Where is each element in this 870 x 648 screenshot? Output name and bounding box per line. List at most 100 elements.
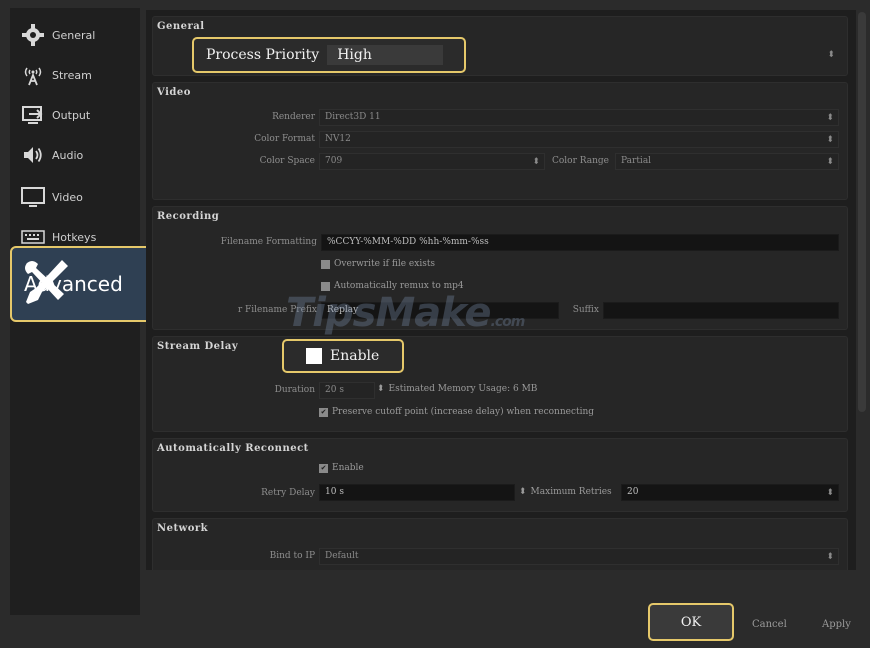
sidebar-item-label: Advanced (24, 272, 123, 296)
bind-ip-select[interactable]: Default ⬍ (319, 548, 839, 565)
checkmark-icon: ✔ (319, 407, 328, 417)
spin-arrows-icon: ⬍ (532, 157, 540, 167)
sidebar-item-label: Stream (52, 68, 92, 82)
sidebar-item-output[interactable]: Output (18, 100, 138, 130)
color-range-label: Color Range (552, 156, 609, 166)
ok-button[interactable]: OK (648, 603, 734, 641)
renderer-select[interactable]: Direct3D 11 ⬍ (319, 109, 839, 126)
max-retries-value: 20 (627, 487, 639, 497)
preserve-cutoff-checkbox[interactable]: ✔ Preserve cutoff point (increase delay) … (319, 407, 594, 417)
stream-delay-enable-label: Enable (330, 348, 380, 364)
checkbox-box (306, 348, 322, 364)
renderer-value: Direct3D 11 (325, 112, 381, 122)
max-retries-spinbox[interactable]: 20 ⬍ (621, 484, 839, 501)
group-title: Recording (157, 211, 220, 222)
output-icon (18, 103, 48, 127)
process-priority-dropdown-rest[interactable]: ⬍ (473, 47, 839, 64)
group-title: Network (157, 523, 209, 534)
suffix-input[interactable] (603, 302, 839, 319)
color-range-value: Partial (621, 156, 652, 166)
checkbox-box (321, 281, 330, 291)
process-priority-label: Process Priority (206, 47, 320, 63)
overwrite-label: Overwrite if file exists (334, 259, 436, 269)
settings-content: General ⬍ Video Renderer Direct3D 11 ⬍ Co… (146, 10, 856, 570)
sidebar-item-label: Hotkeys (52, 230, 97, 244)
sidebar-item-stream[interactable]: Stream (18, 60, 138, 90)
memory-usage-text: ⬍ Estimated Memory Usage: 6 MB (377, 384, 537, 394)
group-title: Automatically Reconnect (157, 443, 309, 454)
spin-arrows-icon: ⬍ (827, 50, 835, 60)
stream-delay-group: Stream Delay Duration 20 s ⬍ Estimated Me… (152, 336, 848, 432)
spin-arrows-icon: ⬍ (377, 384, 385, 394)
group-title: Video (157, 87, 191, 98)
replay-prefix-input[interactable]: Replay (321, 302, 559, 319)
filename-formatting-label: Filename Formatting (220, 237, 317, 247)
settings-window: General Stream Output Audio Video Hotkey… (0, 0, 870, 648)
broadcast-icon (18, 63, 48, 87)
duration-label: Duration (274, 385, 315, 395)
duration-value: 20 s (325, 385, 344, 395)
process-priority-value: High (327, 45, 444, 65)
group-title: General (157, 21, 205, 32)
color-format-value: NV12 (325, 134, 351, 144)
sidebar-item-video[interactable]: Video (18, 182, 138, 212)
color-space-label: Color Space (259, 156, 315, 166)
spin-arrows-icon: ⬍ (826, 113, 834, 123)
sidebar-item-label: General (52, 28, 96, 42)
spin-arrows-icon: ⬍ (519, 487, 527, 497)
apply-button[interactable]: Apply (822, 619, 851, 630)
network-group: Network Bind to IP Default ⬍ (152, 518, 848, 570)
sidebar-item-general[interactable]: General (18, 20, 138, 50)
monitor-icon (18, 185, 48, 209)
retry-delay-spinbox[interactable]: 10 s (319, 484, 515, 501)
duration-spinbox[interactable]: 20 s (319, 382, 375, 399)
checkbox-box (321, 259, 330, 269)
renderer-label: Renderer (272, 112, 315, 122)
preserve-cutoff-label: Preserve cutoff point (increase delay) w… (332, 407, 595, 417)
color-format-select[interactable]: NV12 ⬍ (319, 131, 839, 148)
retry-delay-value: 10 s (325, 487, 344, 497)
speaker-icon (18, 143, 48, 167)
apply-label: Apply (822, 619, 851, 630)
cancel-label: Cancel (752, 619, 787, 630)
spin-arrows-icon: ⬍ (826, 157, 834, 167)
replay-prefix-label: r Filename Prefix (237, 305, 317, 315)
overwrite-checkbox[interactable]: Overwrite if file exists (321, 259, 435, 269)
checkmark-icon: ✔ (319, 463, 328, 473)
color-range-select[interactable]: Partial ⬍ (615, 153, 839, 170)
filename-formatting-value: %CCYY-%MM-%DD %hh-%mm-%ss (327, 237, 489, 247)
sidebar-item-audio[interactable]: Audio (18, 140, 138, 170)
filename-formatting-input[interactable]: %CCYY-%MM-%DD %hh-%mm-%ss (321, 234, 839, 251)
replay-prefix-value: Replay (327, 305, 359, 315)
bind-ip-value: Default (325, 551, 359, 561)
spin-arrows-icon: ⬍ (826, 552, 834, 562)
spin-arrows-icon: ⬍ (826, 135, 834, 145)
stream-delay-enable-checkbox[interactable]: Enable (282, 339, 404, 373)
suffix-label: Suffix (572, 305, 599, 315)
bind-ip-label: Bind to IP (269, 551, 315, 561)
sidebar-item-label: Video (52, 190, 83, 204)
max-retries-label: Maximum Retries (530, 487, 612, 497)
process-priority-dropdown[interactable]: Process Priority High (192, 37, 466, 73)
gear-icon (18, 23, 48, 47)
spin-arrows-icon: ⬍ (826, 488, 834, 498)
sidebar-item-label: Output (52, 108, 91, 122)
recording-group: Recording Filename Formatting %CCYY-%MM-… (152, 206, 848, 330)
color-space-value: 709 (325, 156, 343, 166)
max-retries-label-wrap: ⬍ Maximum Retries (519, 487, 612, 497)
retry-delay-label: Retry Delay (261, 488, 315, 498)
reconnect-group: Automatically Reconnect ✔ Enable Retry De… (152, 438, 848, 512)
video-group: Video Renderer Direct3D 11 ⬍ Color Format… (152, 82, 848, 200)
vertical-scrollbar[interactable] (858, 12, 866, 412)
memory-usage-label: Estimated Memory Usage: 6 MB (388, 384, 538, 394)
reconnect-enable-checkbox[interactable]: ✔ Enable (319, 463, 364, 473)
color-format-label: Color Format (254, 134, 315, 144)
sidebar-item-label: Audio (52, 148, 84, 162)
reconnect-enable-label: Enable (332, 463, 364, 473)
remux-label: Automatically remux to mp4 (334, 281, 464, 291)
color-space-select[interactable]: 709 ⬍ (319, 153, 545, 170)
remux-checkbox[interactable]: Automatically remux to mp4 (321, 281, 464, 291)
ok-label: OK (680, 614, 702, 630)
group-title: Stream Delay (157, 341, 239, 352)
cancel-button[interactable]: Cancel (752, 619, 787, 630)
